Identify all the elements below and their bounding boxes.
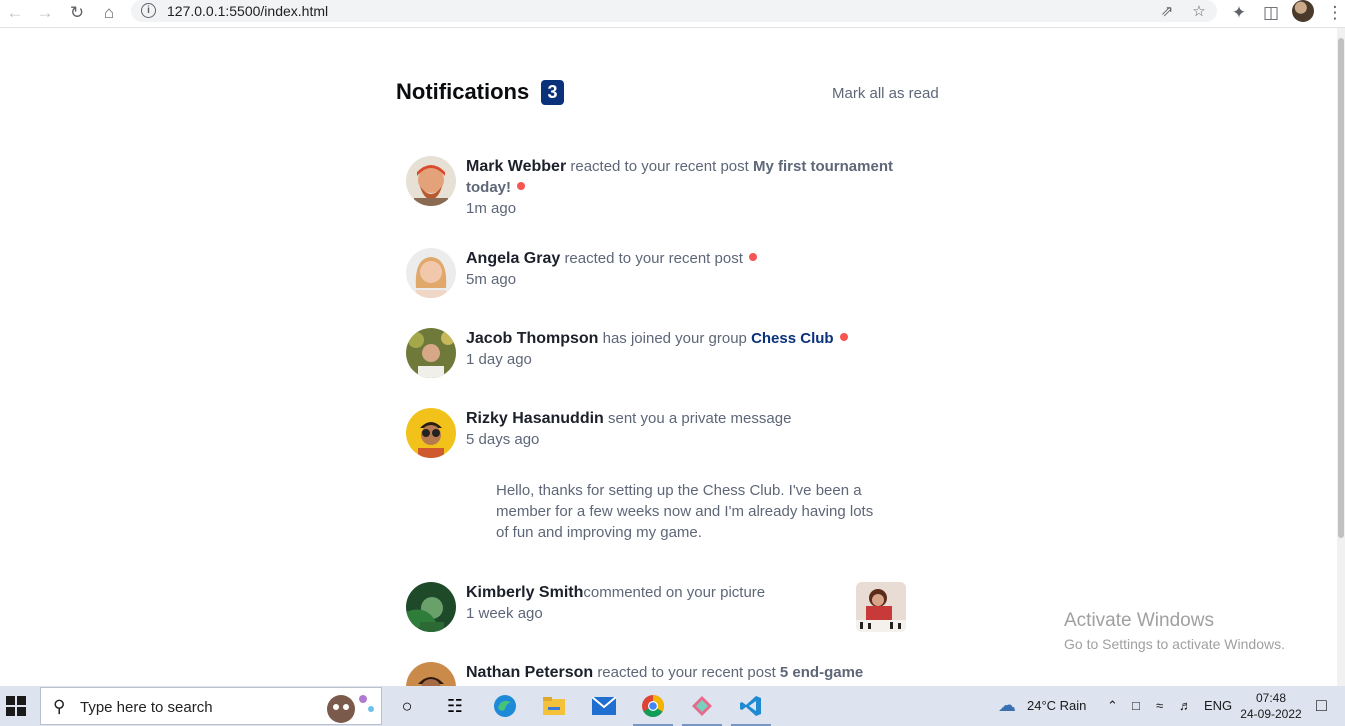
volume-icon[interactable]: ♬ [1179,698,1192,713]
group-link[interactable]: Chess Club [751,330,834,347]
notification-action: reacted to your recent post [570,158,749,175]
avatar [406,328,456,378]
app-icon[interactable] [688,692,716,720]
timestamp: 1 week ago [466,605,543,622]
windows-start-icon[interactable] [6,696,26,716]
unread-dot [748,253,757,261]
timestamp: 1m ago [466,200,517,217]
user-name[interactable]: Jacob Thompson [466,330,598,347]
address-bar[interactable]: i 127.0.0.1:5500/index.html ⇗ ☆ [131,0,1217,22]
show-hidden-icons-icon[interactable]: ⌃ [1107,698,1118,714]
language-indicator[interactable]: ENG [1204,698,1232,713]
search-highlight-illustration [327,695,374,723]
profile-avatar[interactable] [1292,0,1314,22]
commented-picture-thumbnail[interactable] [856,582,906,632]
timestamp: 5 days ago [466,431,540,448]
search-icon: ⚲ [53,697,66,716]
private-message-preview[interactable]: Hello, thanks for setting up the Chess C… [496,480,876,543]
user-name[interactable]: Mark Webber [466,158,566,175]
notification-action: sent you a private message [607,410,792,427]
task-view-icon[interactable]: ☷ [441,692,469,720]
notification-action: reacted to your recent post [597,664,776,681]
notifications-icon[interactable]: □ [1316,695,1327,716]
chrome-icon[interactable] [639,692,667,720]
menu-kebab-icon[interactable]: ⋮ [1324,2,1345,24]
vscode-icon[interactable] [737,692,765,720]
notification-action: commented on your picture [583,584,766,601]
url-text: 127.0.0.1:5500/index.html [167,3,329,19]
user-name[interactable]: Nathan Peterson [466,664,593,681]
browser-toolbar: ← → ↻ ⌂ i 127.0.0.1:5500/index.html ⇗ ☆ … [0,0,1345,28]
notification-action: has joined your group [602,330,747,347]
unread-count-badge: 3 [541,80,564,105]
mail-icon[interactable] [590,692,618,720]
activate-windows-watermark: Activate Windows Go to Settings to activ… [1064,610,1285,652]
back-icon[interactable]: ← [4,2,26,24]
windows-taskbar: ⚲ Type here to search ○ ☷ ☁ 24°C Rain ⌃ … [0,686,1345,726]
site-info-icon[interactable]: i [141,3,156,18]
scrollbar-thumb[interactable] [1338,38,1344,538]
avatar [406,408,456,458]
forward-icon[interactable]: → [34,2,56,24]
timestamp: 1 day ago [466,351,532,368]
weather-icon[interactable]: ☁ [998,695,1016,716]
user-name[interactable]: Rizky Hasanuddin [466,410,604,427]
extensions-icon[interactable]: ✦ [1228,2,1250,24]
wifi-icon[interactable]: ≈ [1156,698,1163,713]
avatar [406,248,456,298]
user-name[interactable]: Angela Gray [466,250,560,267]
avatar [406,156,456,206]
cortana-icon[interactable]: ○ [393,692,421,720]
taskbar-clock[interactable]: 07:48 24-09-2022 [1238,690,1304,722]
avatar [406,582,456,632]
page-title: Notifications [396,79,530,104]
taskbar-search-input[interactable]: ⚲ Type here to search [40,687,382,725]
notifications-page: Notifications 3 Mark all as read Mark We… [0,29,1337,686]
reload-icon[interactable]: ↻ [66,2,88,24]
meet-now-icon[interactable]: □ [1132,698,1140,713]
share-icon[interactable]: ⇗ [1157,1,1177,21]
weather-text[interactable]: 24°C Rain [1027,698,1086,713]
page-scrollbar[interactable] [1337,28,1345,686]
unread-dot [517,182,525,190]
timestamp: 5m ago [466,271,517,288]
notification-action: reacted to your recent post [564,250,743,267]
avatar [406,662,456,686]
post-link[interactable]: 5 end-game [780,664,863,681]
mark-all-read-button[interactable]: Mark all as read [832,85,939,102]
user-name[interactable]: Kimberly Smith [466,584,583,601]
file-explorer-icon[interactable] [540,692,568,720]
home-icon[interactable]: ⌂ [98,2,120,24]
unread-dot [839,333,848,341]
bookmark-star-icon[interactable]: ☆ [1189,1,1209,21]
edge-icon[interactable] [491,692,519,720]
side-panel-icon[interactable]: ◫ [1260,2,1282,24]
